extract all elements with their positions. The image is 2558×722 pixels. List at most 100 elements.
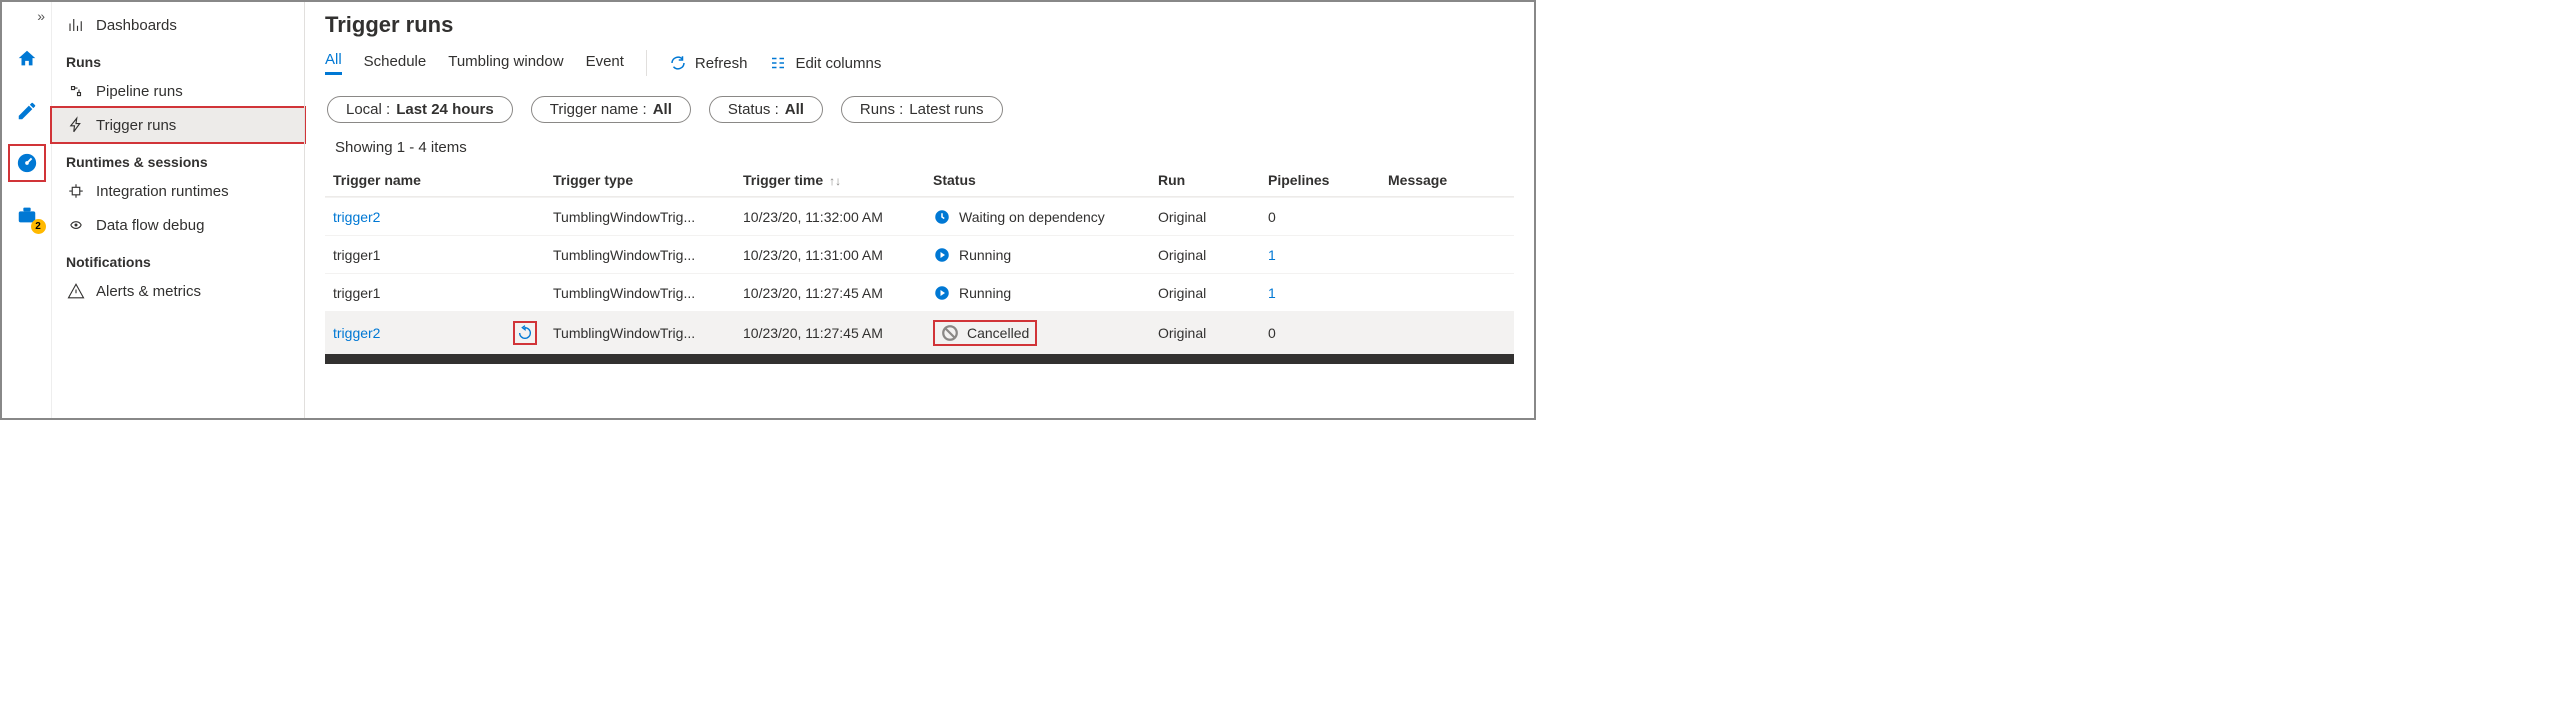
filter-trigger-name[interactable]: Trigger name :All [531, 96, 691, 123]
trigger-name-text: trigger1 [333, 285, 380, 301]
status-text: Waiting on dependency [959, 209, 1105, 225]
filter-value: Latest runs [909, 101, 983, 118]
sidebar-label: Integration runtimes [96, 183, 229, 200]
cell-pipelines: 1 [1268, 247, 1388, 263]
filter-value: Last 24 hours [396, 101, 494, 118]
rerun-icon [517, 325, 533, 341]
app-root: » 2 Dashboards Runs Pipeline runs Trigge… [0, 0, 1536, 420]
rail-manage[interactable]: 2 [10, 198, 44, 232]
alert-icon [66, 281, 86, 301]
sidebar-section-notifications: Notifications [52, 242, 304, 274]
sidebar-dataflow-debug[interactable]: Data flow debug [52, 208, 304, 242]
tab-all[interactable]: All [325, 51, 342, 75]
status-text: Running [959, 247, 1011, 263]
tab-schedule[interactable]: Schedule [364, 53, 427, 74]
pipelines-count[interactable]: 1 [1268, 247, 1276, 263]
pipeline-icon [66, 81, 86, 101]
col-pipelines[interactable]: Pipelines [1268, 172, 1388, 188]
cell-trigger-type: TumblingWindowTrig... [553, 247, 743, 263]
nav-rail: » 2 [2, 2, 52, 418]
filter-status[interactable]: Status : All [709, 96, 823, 123]
tab-tumbling[interactable]: Tumbling window [448, 53, 563, 74]
status-badge: Running [933, 246, 1148, 264]
separator [646, 50, 647, 76]
edit-columns-label: Edit columns [795, 55, 881, 72]
horizontal-scrollbar[interactable] [325, 354, 1514, 364]
page-title: Trigger runs [305, 8, 1534, 50]
home-icon [16, 48, 38, 70]
col-trigger-type[interactable]: Trigger type [553, 172, 743, 188]
showing-count: Showing 1 - 4 items [305, 139, 1534, 164]
col-trigger-time[interactable]: Trigger time↑↓ [743, 172, 933, 188]
refresh-label: Refresh [695, 55, 748, 72]
cell-trigger-name: trigger2 [333, 321, 553, 345]
cell-pipelines: 0 [1268, 209, 1388, 225]
cell-trigger-time: 10/23/20, 11:27:45 AM [743, 285, 933, 301]
refresh-icon [669, 54, 687, 72]
status-badge: Cancelled [933, 320, 1037, 346]
trigger-name-text[interactable]: trigger2 [333, 325, 380, 341]
col-trigger-name[interactable]: Trigger name [333, 172, 553, 188]
filter-label: Runs : [860, 101, 903, 118]
cell-status: Waiting on dependency [933, 208, 1158, 226]
sidebar-section-runtimes: Runtimes & sessions [52, 142, 304, 174]
sidebar-integration-runtimes[interactable]: Integration runtimes [52, 174, 304, 208]
edit-columns-button[interactable]: Edit columns [769, 54, 881, 72]
rail-monitor[interactable] [10, 146, 44, 180]
sidebar-label: Trigger runs [96, 117, 176, 134]
cell-run: Original [1158, 325, 1268, 341]
col-status[interactable]: Status [933, 172, 1158, 188]
dashboard-icon [66, 15, 86, 35]
tab-event[interactable]: Event [586, 53, 624, 74]
cell-trigger-type: TumblingWindowTrig... [553, 285, 743, 301]
col-message[interactable]: Message [1388, 172, 1506, 188]
sort-arrows-icon: ↑↓ [829, 174, 841, 188]
cell-trigger-name: trigger1 [333, 285, 553, 301]
pipelines-count[interactable]: 1 [1268, 285, 1276, 301]
cell-run: Original [1158, 209, 1268, 225]
status-text: Cancelled [967, 325, 1029, 341]
filter-value: All [785, 101, 804, 118]
rail-home[interactable] [10, 42, 44, 76]
sidebar-label: Alerts & metrics [96, 283, 201, 300]
cell-pipelines: 0 [1268, 325, 1388, 341]
rail-author[interactable] [10, 94, 44, 128]
columns-icon [769, 54, 787, 72]
pipelines-count: 0 [1268, 325, 1276, 341]
pipelines-count: 0 [1268, 209, 1276, 225]
grid-body: trigger2TumblingWindowTrig...10/23/20, 1… [325, 197, 1514, 354]
sidebar-alerts-metrics[interactable]: Alerts & metrics [52, 274, 304, 308]
status-text: Running [959, 285, 1011, 301]
filter-label: Status : [728, 101, 779, 118]
table-row[interactable]: trigger2 TumblingWindowTrig...10/23/20, … [325, 311, 1514, 354]
cell-trigger-type: TumblingWindowTrig... [553, 209, 743, 225]
col-run[interactable]: Run [1158, 172, 1268, 188]
sidebar-label: Dashboards [96, 17, 177, 34]
refresh-button[interactable]: Refresh [669, 54, 748, 72]
cell-trigger-time: 10/23/20, 11:31:00 AM [743, 247, 933, 263]
filter-runs[interactable]: Runs : Latest runs [841, 96, 1003, 123]
gauge-icon [16, 152, 38, 174]
sidebar-trigger-runs[interactable]: Trigger runs [52, 108, 304, 142]
table-row[interactable]: trigger1TumblingWindowTrig...10/23/20, 1… [325, 235, 1514, 273]
sidebar-dashboards[interactable]: Dashboards [52, 8, 304, 42]
filter-local[interactable]: Local :Last 24 hours [327, 96, 513, 123]
status-badge: Waiting on dependency [933, 208, 1148, 226]
cell-status: Running [933, 284, 1158, 302]
table-row[interactable]: trigger2TumblingWindowTrig...10/23/20, 1… [325, 197, 1514, 235]
trigger-name-text[interactable]: trigger2 [333, 209, 380, 225]
sidebar-label: Pipeline runs [96, 83, 183, 100]
table-row[interactable]: trigger1 TumblingWindowTrig...10/23/20, 1… [325, 273, 1514, 311]
sidebar: Dashboards Runs Pipeline runs Trigger ru… [52, 2, 304, 418]
expand-collapse-chevron-icon[interactable]: » [37, 8, 51, 24]
grid-header: Trigger name Trigger type Trigger time↑↓… [325, 164, 1514, 197]
cell-status: Running [933, 246, 1158, 264]
rerun-button[interactable] [513, 321, 537, 345]
cell-run: Original [1158, 285, 1268, 301]
cell-trigger-type: TumblingWindowTrig... [553, 325, 743, 341]
pencil-icon [16, 100, 38, 122]
cell-run: Original [1158, 247, 1268, 263]
cell-status: Cancelled [933, 320, 1158, 346]
sidebar-pipeline-runs[interactable]: Pipeline runs [52, 74, 304, 108]
cell-trigger-name: trigger2 [333, 209, 553, 225]
